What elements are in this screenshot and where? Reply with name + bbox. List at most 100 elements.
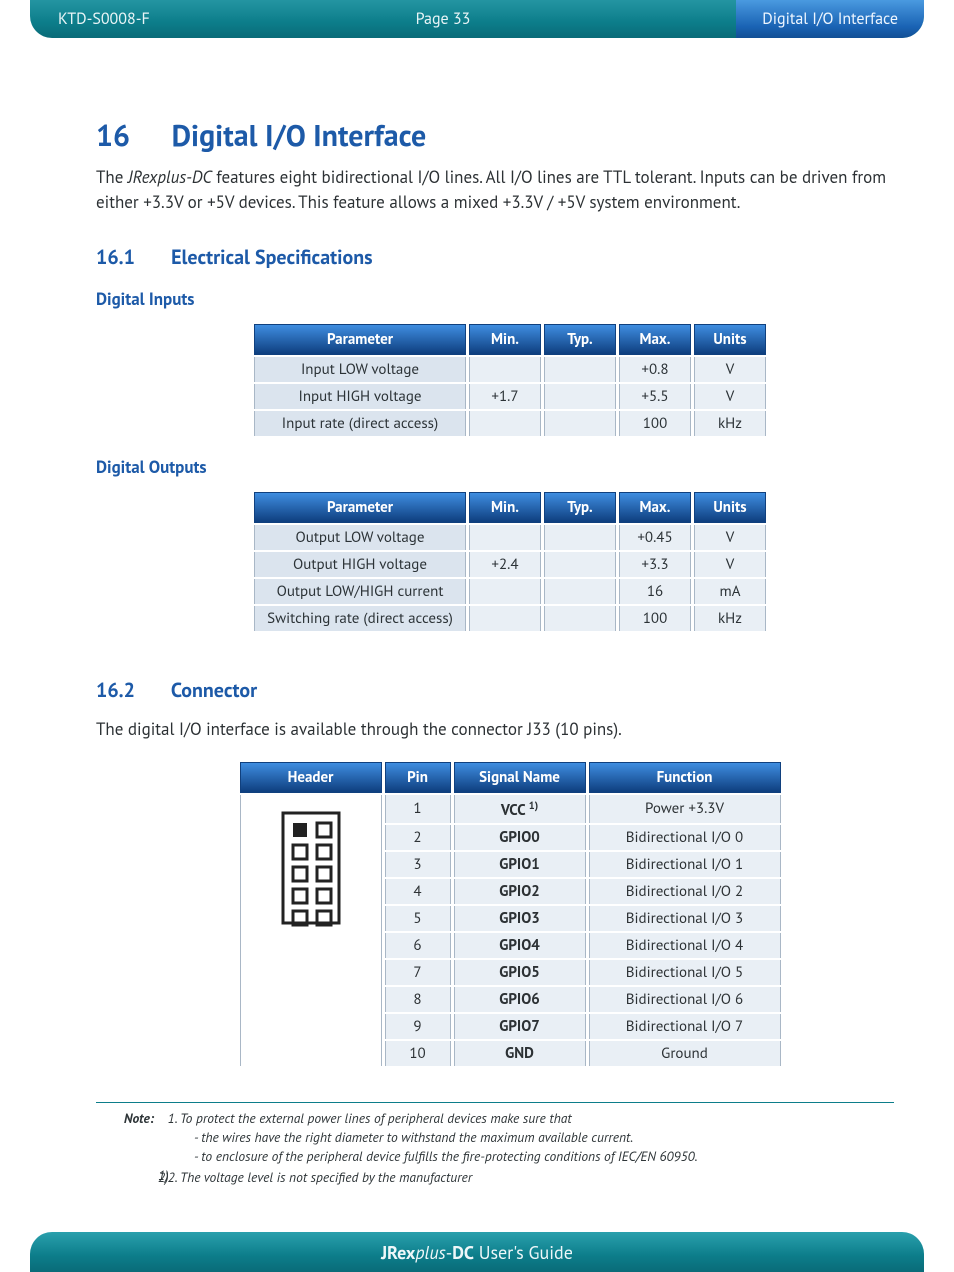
cell-pin: 9 bbox=[385, 1014, 451, 1039]
cell-units: V bbox=[694, 357, 766, 382]
col-parameter: Parameter bbox=[254, 492, 466, 523]
cell-pin: 6 bbox=[385, 933, 451, 958]
cell-max: 100 bbox=[619, 411, 691, 436]
cell-pin: 5 bbox=[385, 906, 451, 931]
col-units: Units bbox=[694, 492, 766, 523]
cell-signal: GND bbox=[454, 1041, 586, 1066]
cell-function: Bidirectional I/O 0 bbox=[589, 825, 781, 850]
cell-typ bbox=[544, 552, 616, 577]
cell-max: 16 bbox=[619, 579, 691, 604]
cell-param: Output LOW voltage bbox=[254, 525, 466, 550]
connector-body: 1VCC 1)Power +3.3V2GPIO0Bidirectional I/… bbox=[240, 795, 781, 1066]
cell-typ bbox=[544, 357, 616, 382]
cell-max: +3.3 bbox=[619, 552, 691, 577]
cell-function: Bidirectional I/O 1 bbox=[589, 852, 781, 877]
table-row: Input LOW voltage +0.8V bbox=[254, 357, 766, 382]
intro-paragraph: The JRexplus-DC features eight bidirecti… bbox=[96, 165, 894, 214]
cell-function: Bidirectional I/O 2 bbox=[589, 879, 781, 904]
page-footer-bar: JRexplus-DC User's Guide bbox=[30, 1232, 924, 1272]
cell-typ bbox=[544, 411, 616, 436]
digital-inputs-table: Parameter Min. Typ. Max. Units Input LOW… bbox=[251, 322, 769, 438]
table-row: Input HIGH voltage+1.7+5.5V bbox=[254, 384, 766, 409]
cell-signal: GPIO7 bbox=[454, 1014, 586, 1039]
cell-pin: 7 bbox=[385, 960, 451, 985]
footer-title: JRexplus-DC User's Guide bbox=[381, 1241, 573, 1264]
subsection-title: Connector bbox=[171, 677, 257, 703]
cell-pin: 8 bbox=[385, 987, 451, 1012]
cell-min bbox=[469, 525, 541, 550]
cell-units: V bbox=[694, 552, 766, 577]
cell-min bbox=[469, 606, 541, 631]
cell-max: +5.5 bbox=[619, 384, 691, 409]
page-number: Page 33 bbox=[150, 9, 737, 29]
doc-id: KTD-S0008-F bbox=[30, 9, 150, 29]
col-function: Function bbox=[589, 762, 781, 793]
col-typ: Typ. bbox=[544, 324, 616, 355]
cell-param: Input rate (direct access) bbox=[254, 411, 466, 436]
cell-function: Power +3.3V bbox=[589, 795, 781, 823]
cell-param: Switching rate (direct access) bbox=[254, 606, 466, 631]
subsection-16-1: 16.1 Electrical Specifications bbox=[96, 244, 894, 270]
cell-signal: GPIO4 bbox=[454, 933, 586, 958]
cell-pin: 3 bbox=[385, 852, 451, 877]
note-item: To protect the external power lines of p… bbox=[180, 1109, 697, 1166]
cell-min: +2.4 bbox=[469, 552, 541, 577]
cell-max: +0.45 bbox=[619, 525, 691, 550]
col-max: Max. bbox=[619, 492, 691, 523]
inputs-body: Input LOW voltage+0.8VInput HIGH voltage… bbox=[254, 357, 766, 436]
cell-typ bbox=[544, 606, 616, 631]
subsection-title: Electrical Specifications bbox=[171, 244, 373, 270]
cell-typ bbox=[544, 579, 616, 604]
subsection-number: 16.2 bbox=[96, 677, 166, 703]
cell-function: Bidirectional I/O 6 bbox=[589, 987, 781, 1012]
cell-pin: 1 bbox=[385, 795, 451, 823]
subsection-number: 16.1 bbox=[96, 244, 166, 270]
table-row: Input rate (direct access) 100kHz bbox=[254, 411, 766, 436]
cell-signal: GPIO5 bbox=[454, 960, 586, 985]
col-header: Header bbox=[240, 762, 382, 793]
cell-units: V bbox=[694, 384, 766, 409]
cell-min bbox=[469, 411, 541, 436]
cell-pin: 4 bbox=[385, 879, 451, 904]
col-signal: Signal Name bbox=[454, 762, 586, 793]
cell-param: Output HIGH voltage bbox=[254, 552, 466, 577]
cell-signal: GPIO2 bbox=[454, 879, 586, 904]
table-row: Switching rate (direct access)100kHz bbox=[254, 606, 766, 631]
cell-signal: GPIO1 bbox=[454, 852, 586, 877]
cell-pin: 10 bbox=[385, 1041, 451, 1066]
digital-outputs-table: Parameter Min. Typ. Max. Units Output LO… bbox=[251, 490, 769, 633]
section-title: Digital I/O Interface bbox=[172, 116, 427, 155]
cell-param: Input HIGH voltage bbox=[254, 384, 466, 409]
cell-signal: GPIO6 bbox=[454, 987, 586, 1012]
cell-function: Bidirectional I/O 5 bbox=[589, 960, 781, 985]
cell-max: 100 bbox=[619, 606, 691, 631]
cell-typ bbox=[544, 525, 616, 550]
section-number: 16 bbox=[96, 116, 164, 155]
notes-label: Note: bbox=[96, 1109, 162, 1189]
header-pin-icon bbox=[279, 809, 343, 927]
connector-table: Header Pin Signal Name Function 1VCC 1)P… bbox=[237, 760, 784, 1068]
header-diagram-cell bbox=[240, 795, 382, 1066]
table-row: 1VCC 1)Power +3.3V bbox=[240, 795, 781, 823]
cell-function: Bidirectional I/O 7 bbox=[589, 1014, 781, 1039]
cell-max: +0.8 bbox=[619, 357, 691, 382]
outputs-body: Output LOW voltage+0.45VOutput HIGH volt… bbox=[254, 525, 766, 631]
col-typ: Typ. bbox=[544, 492, 616, 523]
col-min: Min. bbox=[469, 492, 541, 523]
page-header-bar: KTD-S0008-F Page 33 Digital I/O Interfac… bbox=[30, 0, 924, 38]
table-row: Output HIGH voltage+2.4 +3.3V bbox=[254, 552, 766, 577]
col-max: Max. bbox=[619, 324, 691, 355]
cell-units: kHz bbox=[694, 411, 766, 436]
note-item: The voltage level is not specified by th… bbox=[180, 1168, 697, 1187]
cell-units: mA bbox=[694, 579, 766, 604]
cell-typ bbox=[544, 384, 616, 409]
notes-list: To protect the external power lines of p… bbox=[162, 1109, 697, 1189]
subsection-16-2: 16.2 Connector bbox=[96, 677, 894, 703]
cell-min bbox=[469, 357, 541, 382]
table-row: Output LOW/HIGH current16mA bbox=[254, 579, 766, 604]
cell-param: Input LOW voltage bbox=[254, 357, 466, 382]
col-pin: Pin bbox=[385, 762, 451, 793]
notes-rule bbox=[96, 1102, 894, 1103]
connector-intro: The digital I/O interface is available t… bbox=[96, 717, 894, 742]
cell-units: V bbox=[694, 525, 766, 550]
